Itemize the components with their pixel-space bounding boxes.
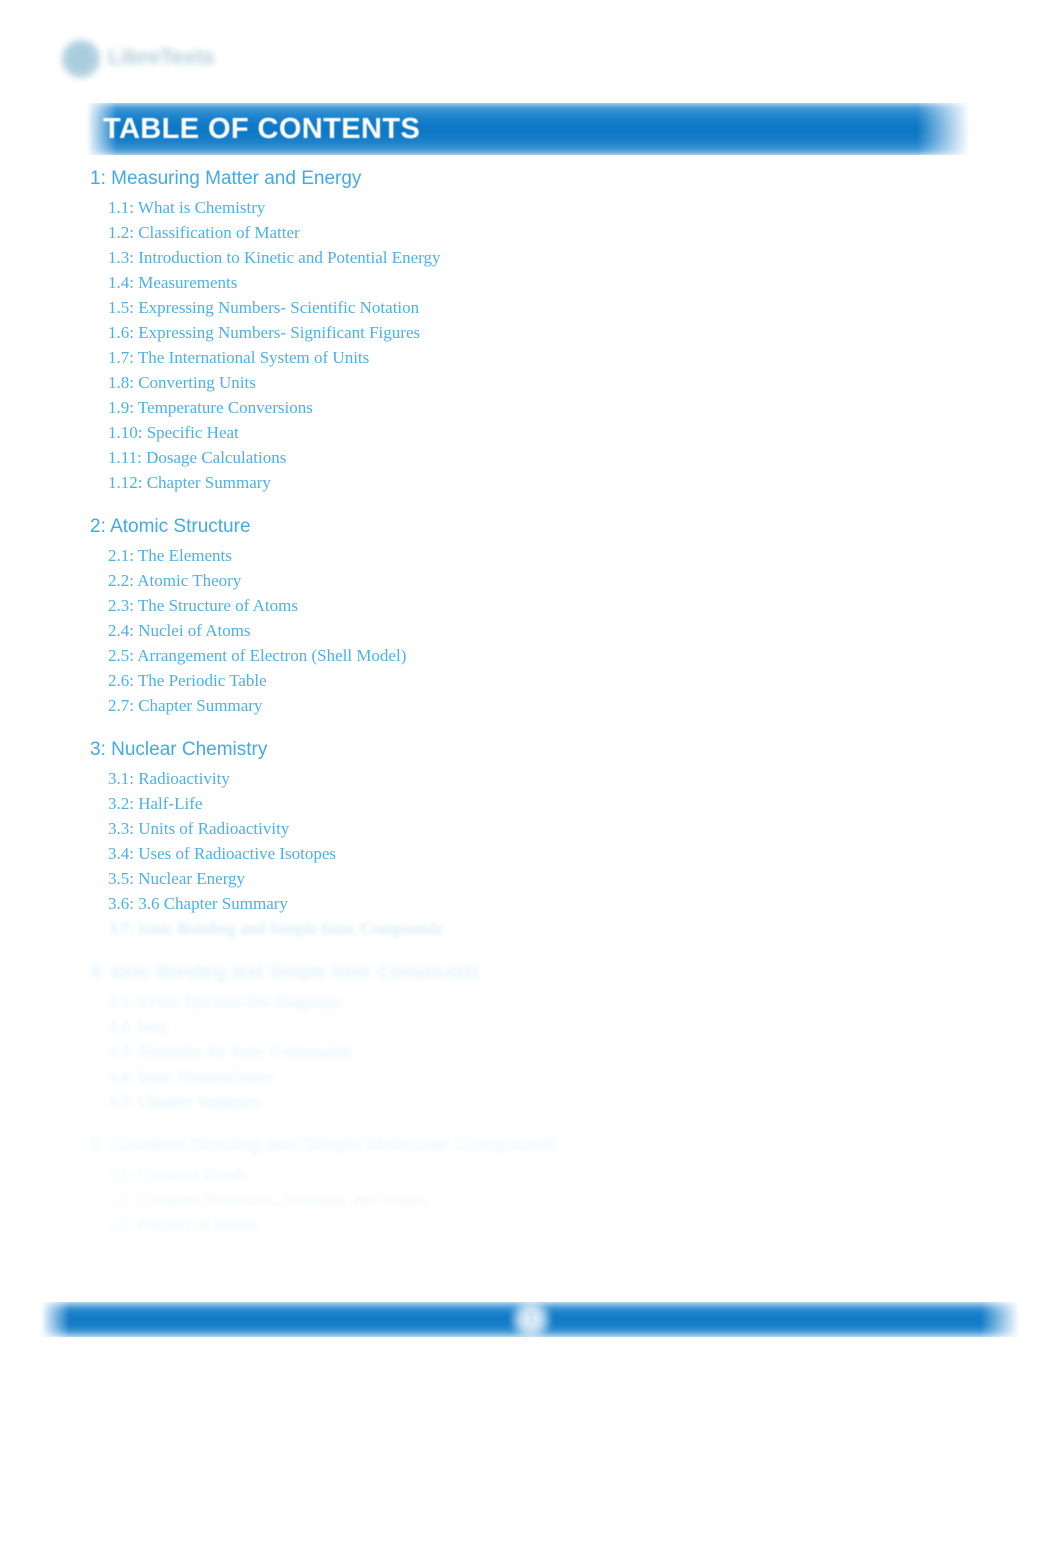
chapter-group-2: 2: Atomic Structure 2.1: The Elements 2.… — [0, 514, 1062, 718]
chapter-group-5: 5: Covalent Bonding and Simple Molecular… — [0, 1133, 1062, 1237]
section-link[interactable]: 2.2: Atomic Theory — [108, 568, 1062, 593]
document-page: LibreTexts TABLE OF CONTENTS 1: Measurin… — [0, 0, 1062, 1556]
section-link[interactable]: 3.6: 3.6 Chapter Summary — [108, 891, 1062, 916]
section-link[interactable]: 2.5: Arrangement of Electron (Shell Mode… — [108, 643, 1062, 668]
chapter-link-3[interactable]: 3: Nuclear Chemistry — [90, 737, 1062, 763]
section-link[interactable]: 2.1: The Elements — [108, 543, 1062, 568]
section-list-2: 2.1: The Elements 2.2: Atomic Theory 2.3… — [0, 543, 1062, 718]
section-link[interactable]: 1.11: Dosage Calculations — [108, 445, 1062, 470]
chapter-link-2[interactable]: 2: Atomic Structure — [90, 514, 1062, 540]
page-number: 1 — [527, 1310, 535, 1325]
section-link[interactable]: 4.5: Chapter Summary — [108, 1089, 1062, 1114]
section-link[interactable]: 3.3: Units of Radioactivity — [108, 816, 1062, 841]
section-list-5: 5.1: Covalent Bonds 5.2: Covalent Molecu… — [0, 1162, 1062, 1237]
chapter-link-4[interactable]: 4: Ionic Bonding and Simple Ionic Compou… — [90, 960, 1062, 986]
section-list-1: 1.1: What is Chemistry 1.2: Classificati… — [0, 195, 1062, 495]
section-link[interactable]: 1.1: What is Chemistry — [108, 195, 1062, 220]
section-link[interactable]: 1.10: Specific Heat — [108, 420, 1062, 445]
section-link[interactable]: 1.4: Measurements — [108, 270, 1062, 295]
section-link[interactable]: 1.5: Expressing Numbers- Scientific Nota… — [108, 295, 1062, 320]
section-link[interactable]: 1.6: Expressing Numbers- Significant Fig… — [108, 320, 1062, 345]
section-link[interactable]: 1.7: The International System of Units — [108, 345, 1062, 370]
section-link[interactable]: 4.1: Lewis Electron Dot Diagrams — [108, 989, 1062, 1014]
libretexts-circle-logo-icon — [62, 40, 100, 78]
section-link[interactable]: 2.6: The Periodic Table — [108, 668, 1062, 693]
section-link[interactable]: 1.12: Chapter Summary — [108, 470, 1062, 495]
chapter-group-3: 3: Nuclear Chemistry 3.1: Radioactivity … — [0, 737, 1062, 941]
section-link[interactable]: 1.8: Converting Units — [108, 370, 1062, 395]
section-link[interactable]: 3.7: Ionic Bonding and Simple Ionic Comp… — [108, 916, 1062, 941]
section-link[interactable]: 4.2: Ions — [108, 1014, 1062, 1039]
table-of-contents-list: 1: Measuring Matter and Energy 1.1: What… — [0, 166, 1062, 1237]
chapter-link-5[interactable]: 5: Covalent Bonding and Simple Molecular… — [90, 1133, 1062, 1159]
section-link[interactable]: 3.5: Nuclear Energy — [108, 866, 1062, 891]
section-link[interactable]: 5.1: Covalent Bonds — [108, 1162, 1062, 1187]
section-link[interactable]: 5.2: Covalent Molecules, Formulas and Na… — [108, 1187, 1062, 1212]
section-link[interactable]: 2.4: Nuclei of Atoms — [108, 618, 1062, 643]
section-link[interactable]: 1.3: Introduction to Kinetic and Potenti… — [108, 245, 1062, 270]
section-link[interactable]: 1.9: Temperature Conversions — [108, 395, 1062, 420]
table-of-contents-banner: TABLE OF CONTENTS — [86, 103, 970, 155]
section-list-4: 4.1: Lewis Electron Dot Diagrams 4.2: Io… — [0, 989, 1062, 1114]
section-link[interactable]: 3.4: Uses of Radioactive Isotopes — [108, 841, 1062, 866]
section-link[interactable]: 4.4: Ionic Nomenclature — [108, 1064, 1062, 1089]
section-link[interactable]: 2.3: The Structure of Atoms — [108, 593, 1062, 618]
section-list-3: 3.1: Radioactivity 3.2: Half-Life 3.3: U… — [0, 766, 1062, 941]
brand-wordmark: LibreTexts — [108, 46, 215, 69]
page-title: TABLE OF CONTENTS — [103, 113, 421, 145]
chapter-link-1[interactable]: 1: Measuring Matter and Energy — [90, 166, 1062, 192]
chapter-group-4: 4: Ionic Bonding and Simple Ionic Compou… — [0, 960, 1062, 1114]
chapter-group-1: 1: Measuring Matter and Energy 1.1: What… — [0, 166, 1062, 495]
section-link[interactable]: 4.3: Formulas for Ionic Compounds — [108, 1039, 1062, 1064]
libretexts-logo[interactable]: LibreTexts — [60, 33, 235, 83]
page-footer: 1 — [40, 1298, 1020, 1341]
section-link[interactable]: 5.3: Polarity of Bonds — [108, 1212, 1062, 1237]
section-link[interactable]: 2.7: Chapter Summary — [108, 693, 1062, 718]
section-link[interactable]: 3.2: Half-Life — [108, 791, 1062, 816]
section-link[interactable]: 1.2: Classification of Matter — [108, 220, 1062, 245]
section-link[interactable]: 3.1: Radioactivity — [108, 766, 1062, 791]
